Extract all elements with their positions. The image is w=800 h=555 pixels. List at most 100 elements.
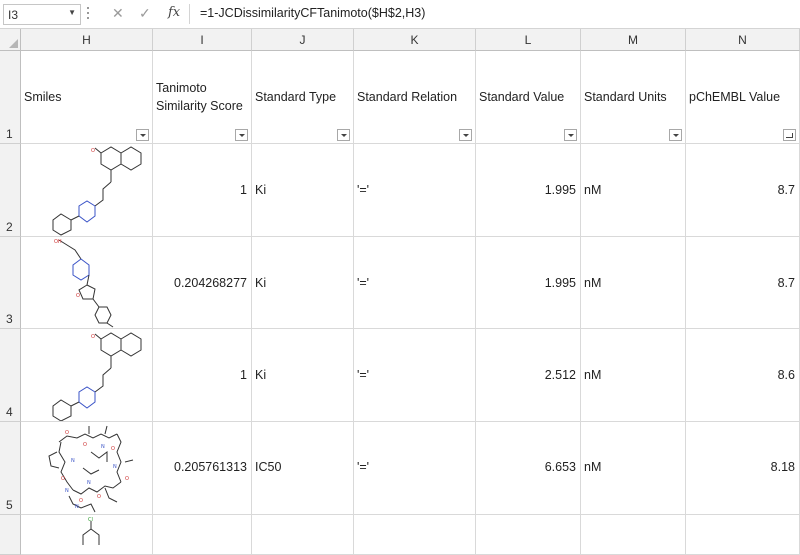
header-cell-standard-type[interactable]: Standard Type — [252, 51, 354, 144]
insert-function-button[interactable]: fx — [168, 5, 180, 20]
svg-text:O: O — [65, 430, 69, 436]
pchembl-cell[interactable] — [686, 515, 800, 555]
header-cell-smiles[interactable]: Smiles — [21, 51, 153, 144]
units-cell[interactable]: nM — [581, 144, 686, 237]
row-header-5[interactable]: 5 — [0, 422, 21, 515]
units-cell[interactable]: nM — [581, 329, 686, 422]
row-header-3[interactable]: 3 — [0, 237, 21, 329]
filter-dropdown-icon[interactable] — [459, 129, 472, 141]
column-header-m[interactable]: M — [581, 29, 686, 51]
svg-text:O: O — [83, 442, 87, 448]
type-cell[interactable]: IC50 — [252, 422, 354, 515]
header-cell-pchembl[interactable]: pChEMBL Value — [686, 51, 800, 144]
filter-dropdown-icon[interactable] — [669, 129, 682, 141]
pchembl-cell[interactable]: 8.7 — [686, 237, 800, 329]
cell-value: 1.995 — [544, 183, 576, 197]
molecule-structure-image: Cl — [82, 517, 100, 545]
row-header-1[interactable]: 1 — [0, 51, 21, 144]
cell-value: '=' — [357, 276, 370, 290]
row-header-4[interactable]: 4 — [0, 329, 21, 422]
cell-value: 6.653 — [544, 460, 576, 474]
sort-descending-icon[interactable] — [783, 129, 796, 141]
column-header-j[interactable]: J — [252, 29, 354, 51]
score-cell[interactable]: 1 — [153, 329, 252, 422]
smiles-cell[interactable]: Cl — [21, 515, 153, 555]
svg-text:N: N — [113, 464, 117, 470]
score-cell[interactable]: 0.205761313 — [153, 422, 252, 515]
pchembl-cell[interactable]: 8.6 — [686, 329, 800, 422]
value-cell[interactable]: 1.995 — [476, 144, 581, 237]
cell-value: 2.512 — [544, 368, 576, 382]
row-number: 1 — [6, 127, 13, 141]
value-cell[interactable] — [476, 515, 581, 555]
type-cell[interactable]: Ki — [252, 329, 354, 422]
row-number: 2 — [6, 220, 13, 234]
svg-text:O: O — [91, 334, 95, 340]
smiles-cell[interactable]: OH O — [21, 237, 153, 329]
value-cell[interactable]: 2.512 — [476, 329, 581, 422]
header-label: Tanimoto — [156, 81, 207, 95]
column-header-i[interactable]: I — [153, 29, 252, 51]
chevron-down-icon[interactable]: ▼ — [68, 8, 76, 17]
smiles-cell[interactable]: O — [21, 329, 153, 422]
svg-text:O: O — [125, 476, 129, 482]
smiles-cell[interactable]: O — [21, 144, 153, 237]
cell-value: 8.18 — [770, 460, 795, 474]
column-header-h[interactable]: H — [21, 29, 153, 51]
header-label: Standard Relation — [357, 90, 458, 104]
molecule-structure-image: O — [52, 146, 142, 236]
header-cell-standard-relation[interactable]: Standard Relation — [354, 51, 476, 144]
relation-cell[interactable]: '=' — [354, 237, 476, 329]
header-label: Standard Value — [479, 90, 565, 104]
relation-cell[interactable]: '=' — [354, 329, 476, 422]
type-cell[interactable] — [252, 515, 354, 555]
score-cell[interactable] — [153, 515, 252, 555]
cell-value: Ki — [255, 183, 267, 197]
column-header-k[interactable]: K — [354, 29, 476, 51]
relation-cell[interactable]: '=' — [354, 144, 476, 237]
smiles-cell[interactable]: O O O O O O O N N N N N N — [21, 422, 153, 515]
svg-text:N: N — [71, 458, 75, 464]
units-cell[interactable] — [581, 515, 686, 555]
cell-value: '=' — [357, 183, 370, 197]
pchembl-cell[interactable]: 8.18 — [686, 422, 800, 515]
score-cell[interactable]: 1 — [153, 144, 252, 237]
column-header-n[interactable]: N — [686, 29, 800, 51]
filter-dropdown-icon[interactable] — [136, 129, 149, 141]
header-label: Similarity Score — [156, 99, 243, 113]
enter-check-icon[interactable]: ✓ — [139, 5, 151, 22]
value-cell[interactable]: 1.995 — [476, 237, 581, 329]
name-box[interactable]: I3 ▼ — [3, 4, 81, 25]
column-header-l[interactable]: L — [476, 29, 581, 51]
filter-dropdown-icon[interactable] — [337, 129, 350, 141]
header-cell-tanimoto[interactable]: Tanimoto Similarity Score — [153, 51, 252, 144]
filter-dropdown-icon[interactable] — [564, 129, 577, 141]
svg-text:O: O — [61, 476, 65, 482]
value-cell[interactable]: 6.653 — [476, 422, 581, 515]
header-cell-standard-units[interactable]: Standard Units — [581, 51, 686, 144]
formula-input[interactable]: =1-JCDissimilarityCFTanimoto($H$2,H3) — [200, 6, 425, 20]
units-cell[interactable]: nM — [581, 237, 686, 329]
molecule-structure-image: O — [52, 332, 142, 421]
row-header-6[interactable] — [0, 515, 21, 555]
svg-text:O: O — [97, 494, 101, 500]
cell-value: 8.7 — [777, 183, 795, 197]
relation-cell[interactable]: '=' — [354, 422, 476, 515]
header-cell-standard-value[interactable]: Standard Value — [476, 51, 581, 144]
type-cell[interactable]: Ki — [252, 144, 354, 237]
units-cell[interactable]: nM — [581, 422, 686, 515]
filter-dropdown-icon[interactable] — [235, 129, 248, 141]
drag-handle-icon[interactable] — [86, 7, 90, 21]
type-cell[interactable]: Ki — [252, 237, 354, 329]
select-all-button[interactable] — [0, 29, 21, 51]
cell-value: 0.204268277 — [174, 276, 247, 290]
score-cell[interactable]: 0.204268277 — [153, 237, 252, 329]
divider — [189, 4, 190, 24]
cell-value: 8.6 — [777, 368, 795, 382]
cell-value: 1.995 — [544, 276, 576, 290]
cancel-x-icon[interactable]: ✕ — [112, 5, 124, 22]
pchembl-cell[interactable]: 8.7 — [686, 144, 800, 237]
row-header-2[interactable]: 2 — [0, 144, 21, 237]
row-number: 3 — [6, 312, 13, 326]
relation-cell[interactable] — [354, 515, 476, 555]
